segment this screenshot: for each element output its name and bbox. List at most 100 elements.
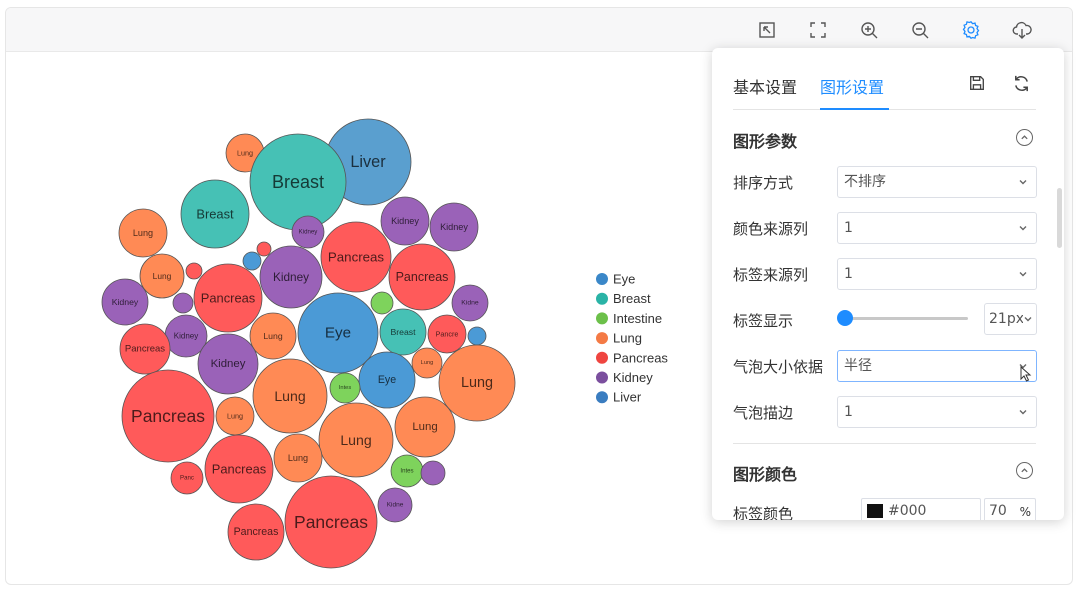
save-icon[interactable] [966, 72, 988, 94]
legend-marker [596, 351, 608, 364]
label-col-value: 1 [844, 266, 853, 282]
bubble-breast[interactable]: Breast [180, 179, 250, 249]
bubble-breast[interactable]: Breast [379, 308, 427, 356]
chevron-down-icon [1019, 272, 1027, 277]
label-opacity-value: 70 [989, 503, 1007, 519]
bubble-circle[interactable] [467, 326, 487, 346]
bubble-label: Pancreas [234, 526, 279, 538]
bubble-lung[interactable]: Lung [252, 358, 328, 434]
bubble-eye[interactable] [242, 251, 262, 271]
bubble-circle[interactable] [172, 292, 194, 314]
zoom-in-icon[interactable] [857, 18, 881, 42]
legend-label: Eye [613, 272, 635, 287]
label-size-slider-thumb[interactable] [837, 310, 853, 326]
bubble-pancreas[interactable]: Pancre [427, 314, 467, 354]
bubble-label: Kidney [273, 270, 309, 284]
bubble-kidney[interactable]: Kidney [197, 333, 259, 395]
bubble-pancreas[interactable]: Pancreas [284, 475, 378, 569]
bubble-kidney[interactable]: Kidney [101, 278, 149, 326]
label-opacity-input[interactable]: 70 % [984, 498, 1036, 520]
bubble-intestine[interactable] [370, 291, 394, 315]
label-show-label: 标签显示 [733, 312, 794, 330]
bubble-label: Pancreas [396, 270, 449, 284]
color-col-select[interactable]: 1 [837, 212, 1037, 244]
label-color-picker[interactable]: #000 [861, 498, 981, 520]
bubble-label: Pancreas [212, 462, 266, 477]
settings-icon[interactable] [959, 18, 983, 42]
legend-item-eye[interactable]: Eye [596, 272, 635, 287]
label-size-select[interactable]: 21px [984, 303, 1037, 335]
bubble-kidney[interactable] [420, 460, 446, 486]
legend-label: Pancreas [613, 350, 668, 365]
legend-marker [596, 332, 608, 345]
bubble-circle[interactable] [185, 262, 203, 280]
bubble-circle[interactable] [370, 291, 394, 315]
bubble-pancreas[interactable] [185, 262, 203, 280]
fullscreen-icon[interactable] [806, 18, 830, 42]
bubble-lung[interactable]: Lung [118, 208, 168, 258]
collapse-colors-icon[interactable] [1016, 462, 1033, 479]
bubble-lung[interactable]: Lung [139, 253, 185, 299]
bubble-eye[interactable] [467, 326, 487, 346]
label-color-label: 标签颜色 [733, 505, 794, 520]
bubble-pancreas[interactable]: Pancreas [388, 243, 456, 311]
legend-item-pancreas[interactable]: Pancreas [596, 350, 668, 365]
bubble-pancreas[interactable]: Panc [170, 461, 204, 495]
tab-chart-settings[interactable]: 图形设置 [820, 74, 884, 98]
tab-basic-settings[interactable]: 基本设置 [733, 74, 797, 98]
bubble-pancreas[interactable]: Pancreas [227, 503, 285, 561]
legend-item-liver[interactable]: Liver [596, 390, 642, 405]
bubble-kidney[interactable]: Kidney [380, 196, 430, 246]
bubble-circle[interactable] [242, 251, 262, 271]
bubble-label: Lung [461, 375, 493, 391]
bubble-intestine[interactable]: Intes [390, 454, 424, 488]
panel-scrollbar[interactable] [1057, 188, 1062, 248]
bubble-label: Kidney [211, 358, 246, 370]
bubble-label: Intes [400, 468, 413, 475]
legend-label: Liver [613, 390, 642, 405]
refresh-icon[interactable] [1010, 72, 1032, 94]
bubble-pancreas[interactable]: Pancreas [121, 369, 215, 463]
size-by-select[interactable]: 半径 [837, 350, 1037, 382]
bubble-label: Lung [421, 360, 434, 366]
bubble-pancreas[interactable]: Pancreas [119, 323, 171, 375]
sort-select[interactable]: 不排序 [837, 166, 1037, 198]
bubble-kidney[interactable]: Kidney [429, 202, 479, 252]
collapse-params-icon[interactable] [1016, 129, 1033, 146]
bubble-label: Lung [227, 412, 243, 421]
bubble-lung[interactable]: Lung [394, 396, 456, 458]
bubble-eye[interactable]: Eye [358, 351, 416, 409]
bubble-kidney[interactable]: Kidne [451, 284, 489, 322]
legend-item-kidney[interactable]: Kidney [596, 370, 653, 385]
legend-item-breast[interactable]: Breast [596, 291, 651, 306]
bubble-label: Lung [153, 271, 172, 281]
select-area-icon[interactable] [755, 18, 779, 42]
label-col-select[interactable]: 1 [837, 258, 1037, 290]
bubble-lung[interactable]: Lung [411, 347, 443, 379]
bubble-lung[interactable]: Lung [273, 433, 323, 483]
bubble-pancreas[interactable]: Pancreas [193, 263, 263, 333]
bubble-kidney[interactable]: Kidne [377, 487, 413, 523]
legend-label: Kidney [613, 370, 653, 385]
bubble-kidney[interactable] [172, 292, 194, 314]
bubble-breast[interactable]: Breast [249, 133, 347, 231]
bubble-lung[interactable]: Lung [438, 344, 516, 422]
bubble-pancreas[interactable]: Pancreas [204, 434, 274, 504]
zoom-out-icon[interactable] [908, 18, 932, 42]
bubble-lung[interactable]: Lung [215, 396, 255, 436]
bubble-circle[interactable] [256, 241, 272, 257]
download-icon[interactable] [1010, 18, 1034, 42]
bubble-pancreas[interactable] [256, 241, 272, 257]
bubble-pancreas[interactable]: Pancreas [320, 221, 392, 293]
bubble-circle[interactable] [420, 460, 446, 486]
legend-item-lung[interactable]: Lung [596, 331, 642, 346]
bubble-lung[interactable]: Lung [249, 312, 297, 360]
bubble-kidney[interactable]: Kidney [291, 215, 325, 249]
bubble-intestine[interactable]: Intes [329, 372, 361, 404]
bubble-kidney[interactable]: Kidney [259, 245, 323, 309]
stroke-select[interactable]: 1 [837, 396, 1037, 428]
legend-item-intestine[interactable]: Intestine [596, 311, 662, 326]
bubble-lung[interactable]: Lung [318, 402, 394, 478]
label-size-slider-track[interactable] [845, 317, 968, 320]
bubble-label: Kidney [391, 216, 419, 226]
